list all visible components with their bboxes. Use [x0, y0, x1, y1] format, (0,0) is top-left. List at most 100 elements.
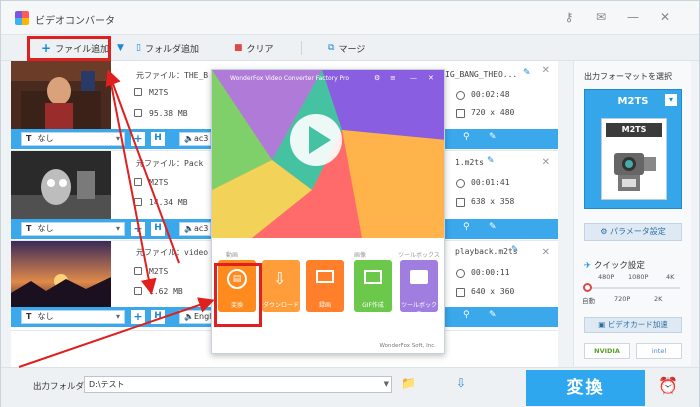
close-icon[interactable]: ✕	[428, 74, 434, 82]
tool-record-label: 録画	[318, 302, 331, 309]
subtitle-select[interactable]: T なし ▾	[21, 132, 125, 146]
audio-select[interactable]: 🔈Engl	[179, 310, 215, 324]
intel-logo: intel	[636, 343, 682, 359]
merge-button[interactable]: ⧉ マージ	[328, 40, 365, 56]
crop-icon[interactable]: ⚲	[463, 132, 470, 142]
edit-effects-icon[interactable]: ✎	[489, 310, 497, 320]
chevron-down-icon[interactable]: ▼	[384, 377, 389, 392]
tool-gif-label: GIF作成	[362, 302, 384, 309]
folder-icon	[134, 198, 142, 206]
tool-download[interactable]: ⇩ ダウンロード	[262, 260, 300, 312]
remove-file-icon[interactable]: ✕	[542, 65, 550, 76]
chevron-down-icon: ▾	[115, 224, 120, 233]
section-video-label: 動画	[226, 252, 239, 259]
chevron-down-icon[interactable]: ▾	[665, 94, 677, 106]
output-folder-value: D:\テスト	[89, 380, 125, 389]
clear-button[interactable]: ■ クリア	[234, 40, 274, 56]
output-filename: playback.m2ts	[455, 247, 518, 256]
parameter-settings-button[interactable]: ⚙ パラメータ設定	[584, 223, 682, 241]
subtitle-select[interactable]: T なし ▾	[21, 310, 125, 324]
title-bar: ビデオコンバータ ⚷ ✉ — ✕	[1, 1, 699, 35]
download-icon: ⇩	[273, 269, 287, 288]
launcher-title: WonderFox Video Converter Factory Pro	[230, 75, 350, 82]
add-file-dropdown-icon[interactable]: ▼	[117, 40, 124, 56]
subtitle-value: なし	[37, 312, 54, 321]
audio-value: ac3	[193, 224, 209, 233]
clock-icon	[456, 91, 465, 100]
browse-folder-icon[interactable]: 📁	[401, 376, 416, 390]
text-icon: T	[26, 224, 32, 233]
slider-handle[interactable]	[583, 283, 592, 292]
edit-name-icon[interactable]: ✎	[511, 245, 519, 255]
edit-name-icon[interactable]: ✎	[487, 156, 495, 166]
text-icon: T	[26, 134, 32, 143]
monitor-icon	[316, 270, 334, 283]
gpu-icon: ▣	[598, 320, 608, 329]
remove-file-icon[interactable]: ✕	[542, 247, 550, 258]
format-icon	[134, 88, 142, 96]
quick-level-bottom-label: 自動	[582, 297, 595, 305]
convert-button[interactable]: 変換	[526, 370, 645, 406]
merge-label: マージ	[338, 44, 366, 55]
menu-icon[interactable]: ≡	[390, 74, 396, 82]
alarm-clock-icon[interactable]: ⏰	[657, 376, 679, 398]
output-filename: IG_BANG_THEO...	[445, 70, 518, 79]
edit-effects-icon[interactable]: ✎	[489, 132, 497, 142]
edit-effects-icon[interactable]: ✎	[489, 222, 497, 232]
subtitle-settings-button[interactable]: H	[151, 132, 165, 146]
file-format: M2TS	[149, 88, 169, 97]
minimize-icon[interactable]: —	[625, 10, 641, 24]
feedback-icon[interactable]: ✉	[593, 10, 609, 24]
add-folder-button[interactable]: ▯ フォルダ追加	[136, 40, 199, 56]
edit-name-icon[interactable]: ✎	[523, 68, 531, 78]
quick-level-top-label: 4K	[666, 273, 675, 281]
file-size: 95.38 MB	[149, 109, 188, 118]
audio-select[interactable]: 🔈ac3	[179, 132, 211, 146]
tool-record[interactable]: 録画	[306, 260, 344, 312]
add-subtitle-button[interactable]: +	[131, 310, 145, 324]
resolution-icon	[456, 288, 465, 297]
quick-settings-slider[interactable]	[586, 287, 680, 289]
audio-value: Engl	[193, 312, 212, 321]
crop-icon[interactable]: ⚲	[463, 222, 470, 232]
open-folder-icon[interactable]: ⇩	[456, 376, 466, 390]
gpu-acceleration-button[interactable]: ▣ ビデオカード加速	[584, 317, 682, 333]
text-icon: T	[26, 312, 32, 321]
clock-icon	[456, 179, 465, 188]
close-icon[interactable]: ✕	[657, 10, 673, 24]
subtitle-settings-button[interactable]: H	[151, 222, 165, 236]
add-subtitle-button[interactable]: +	[131, 222, 145, 236]
rocket-icon: ✈	[584, 261, 594, 271]
resolution-icon	[456, 198, 465, 207]
crop-icon[interactable]: ⚲	[463, 310, 470, 320]
format-icon	[134, 178, 142, 186]
video-thumbnail	[11, 61, 111, 129]
speaker-icon: 🔈	[184, 224, 194, 233]
source-filename: 元ファイル：Pack	[136, 159, 204, 168]
output-filename: 1.m2ts	[455, 158, 484, 167]
subtitle-settings-button[interactable]: H	[151, 310, 165, 324]
output-format-card[interactable]: M2TS ▾ M2TS	[584, 89, 682, 209]
toolbox-icon	[410, 270, 428, 284]
tool-gif[interactable]: GIF作成	[354, 260, 392, 312]
speaker-icon: 🔈	[184, 312, 194, 321]
file-size: 1.62 MB	[149, 287, 183, 296]
tool-toolbox[interactable]: ツールボックス	[400, 260, 438, 318]
resolution: 720 x 480	[471, 108, 515, 117]
speaker-icon: 🔈	[184, 134, 194, 143]
key-icon[interactable]: ⚷	[561, 10, 577, 24]
remove-file-icon[interactable]: ✕	[542, 157, 550, 168]
add-subtitle-button[interactable]: +	[131, 132, 145, 146]
file-format: M2TS	[149, 267, 169, 276]
output-format-panel: 出力フォーマットを選択 M2TS ▾ M2TS ⚙ パラメータ設定 ✈ クイック…	[573, 61, 691, 366]
folder-add-icon: ▯	[136, 43, 141, 53]
add-folder-label: フォルダ追加	[144, 44, 199, 55]
app-logo-icon	[15, 11, 29, 25]
output-folder-input[interactable]: D:\テスト ▼	[84, 376, 392, 393]
highlight-add-file	[27, 36, 111, 61]
audio-select[interactable]: 🔈ac3	[179, 222, 211, 236]
format-icon	[134, 267, 142, 275]
subtitle-select[interactable]: T なし ▾	[21, 222, 125, 236]
settings-icon[interactable]: ⚙	[374, 74, 380, 82]
minimize-icon[interactable]: —	[410, 74, 417, 82]
